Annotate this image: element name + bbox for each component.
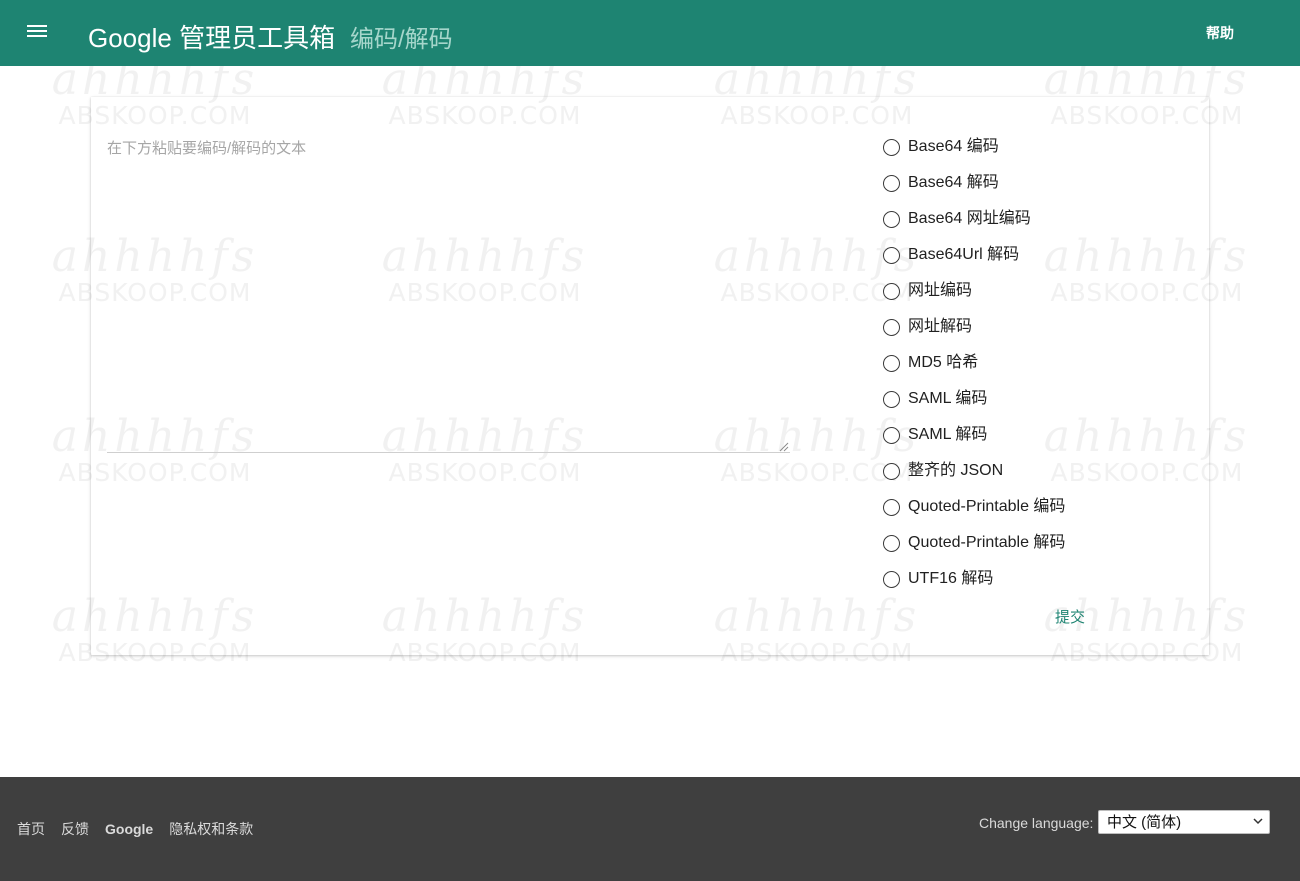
option-base64-decode[interactable]: Base64 解码: [883, 165, 1065, 201]
radio-button[interactable]: [883, 354, 900, 372]
hamburger-icon: [27, 25, 47, 27]
radio-button[interactable]: [883, 282, 900, 300]
hamburger-icon: [27, 35, 47, 37]
page-footer: 首页 反馈 Google 隐私权和条款 Change language: 中文 …: [0, 777, 1300, 881]
app-title: Google 管理员工具箱: [88, 23, 336, 53]
radio-button[interactable]: [883, 390, 900, 408]
option-saml-decode[interactable]: SAML 解码: [883, 417, 1065, 453]
radio-button[interactable]: [883, 138, 900, 156]
menu-button[interactable]: [22, 18, 52, 46]
option-label: 网址解码: [908, 318, 973, 335]
radio-button[interactable]: [883, 318, 900, 336]
resize-handle-icon[interactable]: [779, 442, 789, 452]
option-url-decode[interactable]: 网址解码: [883, 309, 1065, 345]
page-title: 编码/解码: [350, 26, 453, 53]
option-label: Quoted-Printable 解码: [908, 534, 1066, 551]
chevron-down-icon: [1253, 818, 1263, 825]
radio-button[interactable]: [883, 570, 900, 588]
change-language-label: Change language:: [979, 815, 1094, 831]
option-label: Base64Url 解码: [908, 246, 1020, 263]
option-base64-url-encode[interactable]: Base64 网址编码: [883, 201, 1065, 237]
operation-radio-group: Base64 编码 Base64 解码 Base64 网址编码 Base64Ur…: [883, 129, 1065, 597]
footer-links: 首页 反馈 Google 隐私权和条款: [17, 819, 253, 839]
option-label: Base64 编码: [908, 138, 999, 155]
option-label: Quoted-Printable 编码: [908, 498, 1066, 515]
option-quoted-printable-encode[interactable]: Quoted-Printable 编码: [883, 489, 1065, 525]
submit-button[interactable]: 提交: [1055, 608, 1085, 628]
option-label: 整齐的 JSON: [908, 462, 1004, 479]
footer-link-privacy-terms[interactable]: 隐私权和条款: [169, 819, 253, 839]
option-label: Base64 网址编码: [908, 210, 1031, 227]
radio-button[interactable]: [883, 210, 900, 228]
footer-link-feedback[interactable]: 反馈: [61, 819, 89, 839]
radio-button[interactable]: [883, 534, 900, 552]
radio-button[interactable]: [883, 246, 900, 264]
option-saml-encode[interactable]: SAML 编码: [883, 381, 1065, 417]
radio-button[interactable]: [883, 462, 900, 480]
hamburger-icon: [27, 30, 47, 32]
language-select[interactable]: 中文 (简体): [1098, 810, 1270, 834]
radio-button[interactable]: [883, 426, 900, 444]
option-url-encode[interactable]: 网址编码: [883, 273, 1065, 309]
radio-button[interactable]: [883, 498, 900, 516]
option-label: 网址编码: [908, 282, 973, 299]
footer-link-home[interactable]: 首页: [17, 819, 45, 839]
radio-button[interactable]: [883, 174, 900, 192]
input-textarea[interactable]: [107, 135, 790, 453]
option-base64url-decode[interactable]: Base64Url 解码: [883, 237, 1065, 273]
app-header: Google 管理员工具箱 编码/解码 帮助: [0, 0, 1300, 66]
option-label: MD5 哈希: [908, 354, 979, 371]
language-select-value: 中文 (简体): [1107, 814, 1182, 831]
footer-link-google[interactable]: Google: [105, 819, 153, 839]
option-label: Base64 解码: [908, 174, 999, 191]
help-link[interactable]: 帮助: [1206, 22, 1234, 44]
option-md5-hash[interactable]: MD5 哈希: [883, 345, 1065, 381]
option-pretty-json[interactable]: 整齐的 JSON: [883, 453, 1065, 489]
encode-decode-card: Base64 编码 Base64 解码 Base64 网址编码 Base64Ur…: [91, 97, 1209, 655]
option-quoted-printable-decode[interactable]: Quoted-Printable 解码: [883, 525, 1065, 561]
option-label: SAML 编码: [908, 390, 988, 407]
option-base64-encode[interactable]: Base64 编码: [883, 129, 1065, 165]
option-utf16-decode[interactable]: UTF16 解码: [883, 561, 1065, 597]
option-label: UTF16 解码: [908, 570, 994, 587]
option-label: SAML 解码: [908, 426, 988, 443]
